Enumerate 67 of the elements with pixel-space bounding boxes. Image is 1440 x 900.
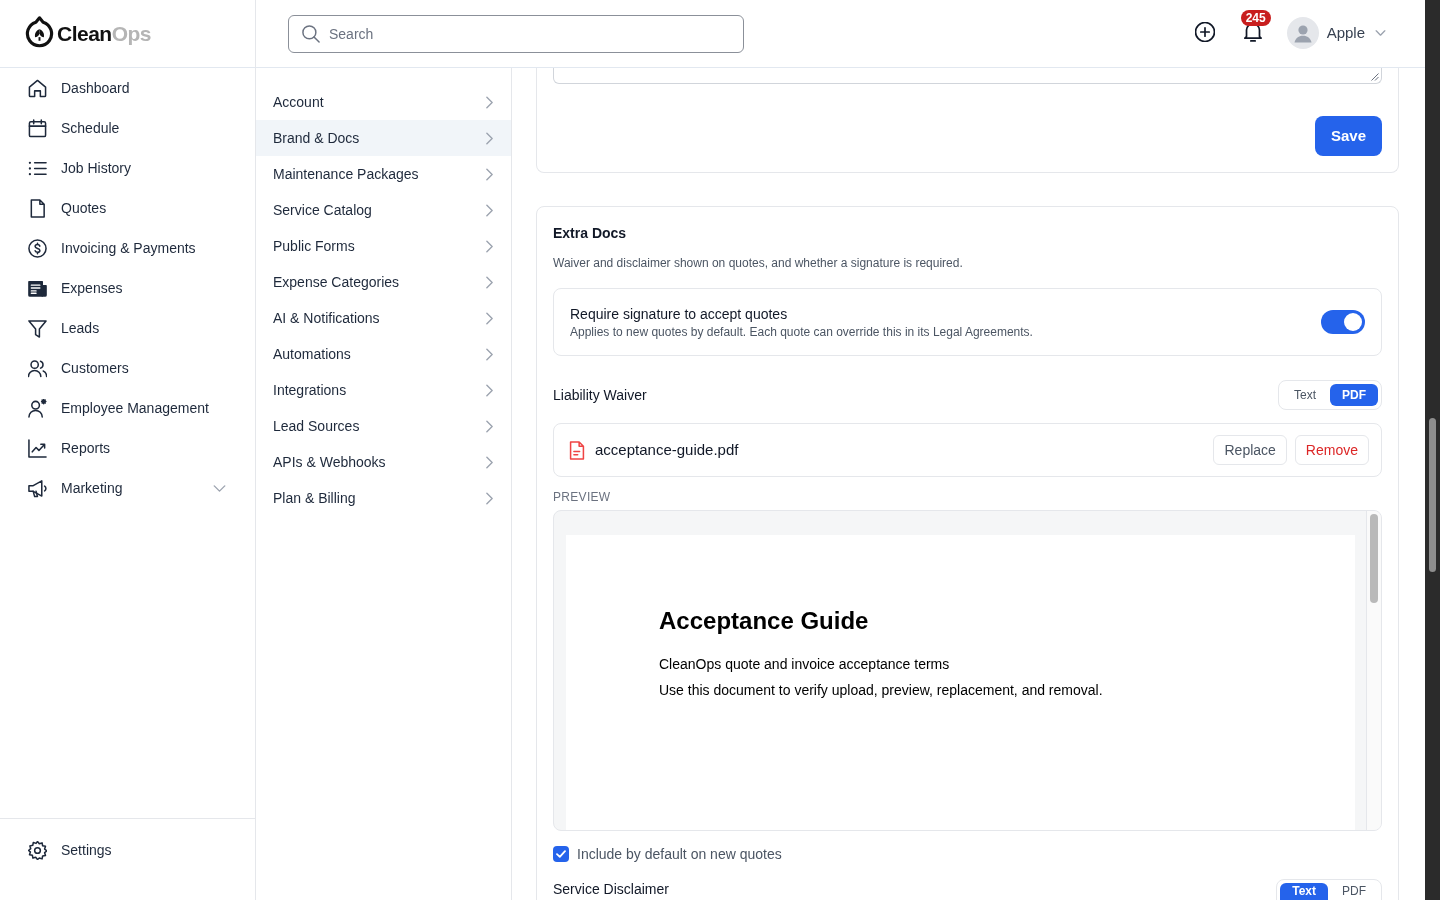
notification-badge: 245 (1240, 9, 1271, 26)
user-menu-button[interactable]: Apple (1286, 17, 1386, 49)
chevron-right-icon (486, 455, 493, 469)
sidebar-item[interactable]: Expenses (0, 268, 255, 308)
sidebar-item[interactable]: Quotes (0, 188, 255, 228)
chevron-right-icon (486, 275, 493, 289)
checkbox[interactable] (553, 846, 569, 862)
pdf-file-icon (569, 440, 585, 460)
save-button[interactable]: Save (1314, 116, 1382, 156)
preview-label: PREVIEW (553, 489, 612, 505)
mode-tab[interactable]: PDF (1330, 384, 1378, 406)
chevron-right-icon (486, 239, 493, 253)
mode-tab[interactable]: Text (1280, 883, 1328, 900)
user-sparkle-icon (28, 398, 47, 418)
chevron-right-icon (486, 131, 493, 145)
section-title: Extra Docs (553, 224, 628, 243)
calendar-icon (28, 118, 47, 138)
chart-line-icon (28, 438, 47, 458)
toggle-switch[interactable] (1321, 310, 1365, 334)
search-field[interactable]: Search (288, 14, 744, 53)
chevron-right-icon (486, 419, 493, 433)
settings-icon (28, 840, 47, 860)
chevron-down-icon (1375, 30, 1386, 36)
settings-nav-item[interactable]: Brand & Docs (256, 120, 511, 156)
newspaper-icon (28, 278, 47, 298)
sidebar-item[interactable]: Reports (0, 428, 255, 468)
chevron-right-icon (486, 203, 493, 217)
logo-text: CleanOps (57, 23, 152, 44)
funnel-icon (28, 318, 47, 338)
document-icon (28, 198, 47, 218)
chevron-right-icon (486, 311, 493, 325)
chevron-right-icon (486, 383, 493, 397)
document-text: Use this document to verify upload, preview, replacement, and removal. (659, 681, 1104, 700)
replace-button[interactable]: Replace (1213, 435, 1287, 465)
sidebar-item[interactable]: Customers (0, 348, 255, 388)
dollar-circle-icon (28, 238, 47, 258)
resize-handle-icon[interactable] (1371, 73, 1379, 81)
sidebar-item[interactable]: Job History (0, 148, 255, 188)
section-description: Waiver and disclaimer shown on quotes, and whether a signature is required. (553, 255, 964, 271)
document-title: Acceptance Guide (659, 606, 870, 636)
sidebar-item[interactable]: Employee Management (0, 388, 255, 428)
users-icon (28, 358, 47, 378)
setting-hint: Applies to new quotes by default. Each quote can override this in its Legal Agreements. (570, 324, 1033, 340)
scrollbar-thumb[interactable] (1370, 514, 1378, 603)
chevron-right-icon (486, 347, 493, 361)
home-icon (28, 78, 47, 98)
avatar-icon (1286, 17, 1319, 49)
chevron-right-icon (486, 491, 493, 505)
scrollbar-thumb[interactable] (1429, 418, 1436, 572)
chevron-right-icon (486, 167, 493, 181)
sidebar-item[interactable]: Invoicing & Payments (0, 228, 255, 268)
sidebar-item[interactable]: Leads (0, 308, 255, 348)
subsection-title: Liability Waiver (553, 386, 647, 405)
sidebar-item[interactable]: Schedule (0, 108, 255, 148)
chevron-right-icon (486, 95, 493, 109)
file-name: acceptance-guide.pdf (595, 439, 739, 460)
document-text: CleanOps quote and invoice acceptance terms (659, 655, 951, 674)
sidebar-item[interactable]: Marketing (0, 468, 255, 508)
search-icon (302, 24, 320, 43)
sidebar-item[interactable]: Settings (0, 830, 255, 870)
sidebar-item[interactable]: Dashboard (0, 68, 255, 108)
checkmark-icon (556, 850, 566, 858)
setting-title: Require signature to accept quotes (570, 305, 789, 324)
megaphone-icon (28, 478, 47, 498)
subsection-title: Service Disclaimer (553, 880, 669, 899)
remove-button[interactable]: Remove (1294, 435, 1369, 465)
checkbox-label: Include by default on new quotes (577, 845, 782, 864)
